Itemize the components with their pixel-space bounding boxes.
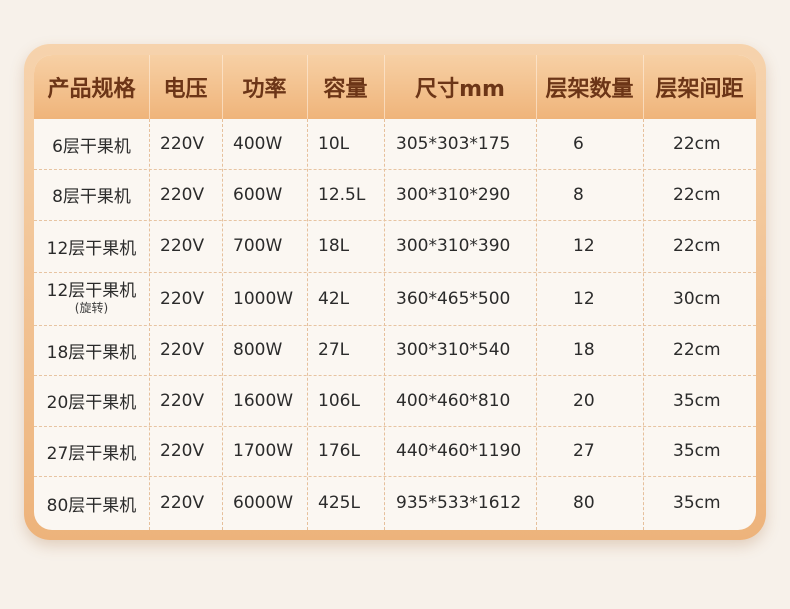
- rack-count-cell: 8: [573, 184, 584, 205]
- header-divider: [307, 55, 308, 119]
- header-voltage: 电压: [163, 77, 208, 102]
- header-divider: [222, 55, 223, 119]
- size-cell: 400*460*810: [396, 390, 511, 411]
- rack-spacing-cell: 22cm: [673, 340, 721, 360]
- table-row: 12层干果机 (旋转) 220V 1000W 42L 360*465*500 1…: [34, 272, 756, 325]
- power-cell: 6000W: [233, 493, 294, 513]
- capacity-cell: 27L: [318, 340, 350, 360]
- capacity-cell: 425L: [318, 493, 360, 513]
- header-rack-spacing: 层架间距: [655, 77, 744, 102]
- table-row: 8层干果机 220V 600W 12.5L 300*310*290 8 22cm: [34, 169, 756, 220]
- product-name-cell: 20层干果机: [46, 393, 137, 413]
- power-cell: 700W: [233, 236, 283, 256]
- size-cell: 440*460*1190: [396, 441, 522, 461]
- header-divider: [536, 55, 537, 119]
- capacity-cell: 176L: [318, 441, 360, 461]
- voltage-cell: 220V: [160, 134, 205, 154]
- table-row: 27层干果机 220V 1700W 176L 440*460*1190 27 3…: [34, 426, 756, 476]
- rack-spacing-cell: 22cm: [673, 236, 721, 256]
- size-cell: 300*310*290: [396, 184, 511, 205]
- rack-spacing-cell: 35cm: [673, 390, 721, 411]
- size-cell: 935*533*1612: [396, 493, 522, 513]
- product-name-cell: 18层干果机: [46, 342, 137, 363]
- product-subtitle: (旋转): [74, 300, 109, 315]
- product-name-cell: 80层干果机: [46, 495, 137, 516]
- header-capacity: 容量: [323, 77, 368, 102]
- capacity-cell: 10L: [318, 134, 350, 154]
- power-cell: 400W: [233, 134, 283, 154]
- header-product-spec: 产品规格: [47, 77, 136, 102]
- product-name-cell: 6层干果机: [52, 136, 131, 157]
- size-cell: 360*465*500: [396, 288, 511, 309]
- product-name-cell: 8层干果机: [52, 187, 131, 207]
- rack-count-cell: 12: [573, 288, 595, 309]
- spec-table: 产品规格 电压 功率 容量 尺寸mm 层架数量 层架间距 6层干果机 220V …: [34, 55, 756, 530]
- rack-count-cell: 27: [573, 441, 595, 461]
- rack-spacing-cell: 22cm: [673, 134, 721, 154]
- header-rack-count: 层架数量: [545, 77, 634, 102]
- power-cell: 1600W: [233, 390, 294, 411]
- table-row: 12层干果机 220V 700W 18L 300*310*390 12 22cm: [34, 220, 756, 272]
- voltage-cell: 220V: [160, 493, 205, 513]
- rack-spacing-cell: 35cm: [673, 441, 721, 461]
- capacity-cell: 18L: [318, 236, 350, 256]
- rack-count-cell: 20: [573, 390, 595, 411]
- size-cell: 300*310*540: [396, 340, 511, 360]
- size-cell: 300*310*390: [396, 236, 511, 256]
- product-name-cell: 12层干果机 (旋转): [34, 272, 149, 325]
- power-cell: 1000W: [233, 288, 294, 309]
- rack-spacing-cell: 22cm: [673, 184, 721, 205]
- rack-count-cell: 6: [573, 134, 584, 154]
- rack-count-cell: 18: [573, 340, 595, 360]
- table-row: 80层干果机 220V 6000W 425L 935*533*1612 80 3…: [34, 476, 756, 530]
- voltage-cell: 220V: [160, 184, 205, 205]
- power-cell: 600W: [233, 184, 283, 205]
- table-row: 18层干果机 220V 800W 27L 300*310*540 18 22cm: [34, 325, 756, 375]
- power-cell: 1700W: [233, 441, 294, 461]
- product-name-cell: 12层干果机: [46, 238, 137, 259]
- header-power: 功率: [242, 77, 287, 102]
- rack-count-cell: 12: [573, 236, 595, 256]
- table-row: 20层干果机 220V 1600W 106L 400*460*810 20 35…: [34, 375, 756, 426]
- voltage-cell: 220V: [160, 236, 205, 256]
- header-divider: [384, 55, 385, 119]
- header-divider: [643, 55, 644, 119]
- rack-spacing-cell: 35cm: [673, 493, 721, 513]
- voltage-cell: 220V: [160, 288, 205, 309]
- power-cell: 800W: [233, 340, 283, 360]
- header-divider: [149, 55, 150, 119]
- table-row: 6层干果机 220V 400W 10L 305*303*175 6 22cm: [34, 119, 756, 169]
- capacity-cell: 106L: [318, 390, 360, 411]
- size-cell: 305*303*175: [396, 134, 511, 154]
- rack-count-cell: 80: [573, 493, 595, 513]
- voltage-cell: 220V: [160, 390, 205, 411]
- product-name-group: 12层干果机 (旋转): [46, 280, 137, 315]
- voltage-cell: 220V: [160, 441, 205, 461]
- product-name-cell: 27层干果机: [46, 443, 137, 464]
- capacity-cell: 42L: [318, 288, 350, 309]
- header-size-mm: 尺寸mm: [415, 77, 505, 102]
- capacity-cell: 12.5L: [318, 184, 366, 205]
- table-header-row: 产品规格 电压 功率 容量 尺寸mm 层架数量 层架间距: [34, 55, 756, 119]
- rack-spacing-cell: 30cm: [673, 288, 721, 309]
- voltage-cell: 220V: [160, 340, 205, 360]
- product-name: 12层干果机: [46, 280, 137, 301]
